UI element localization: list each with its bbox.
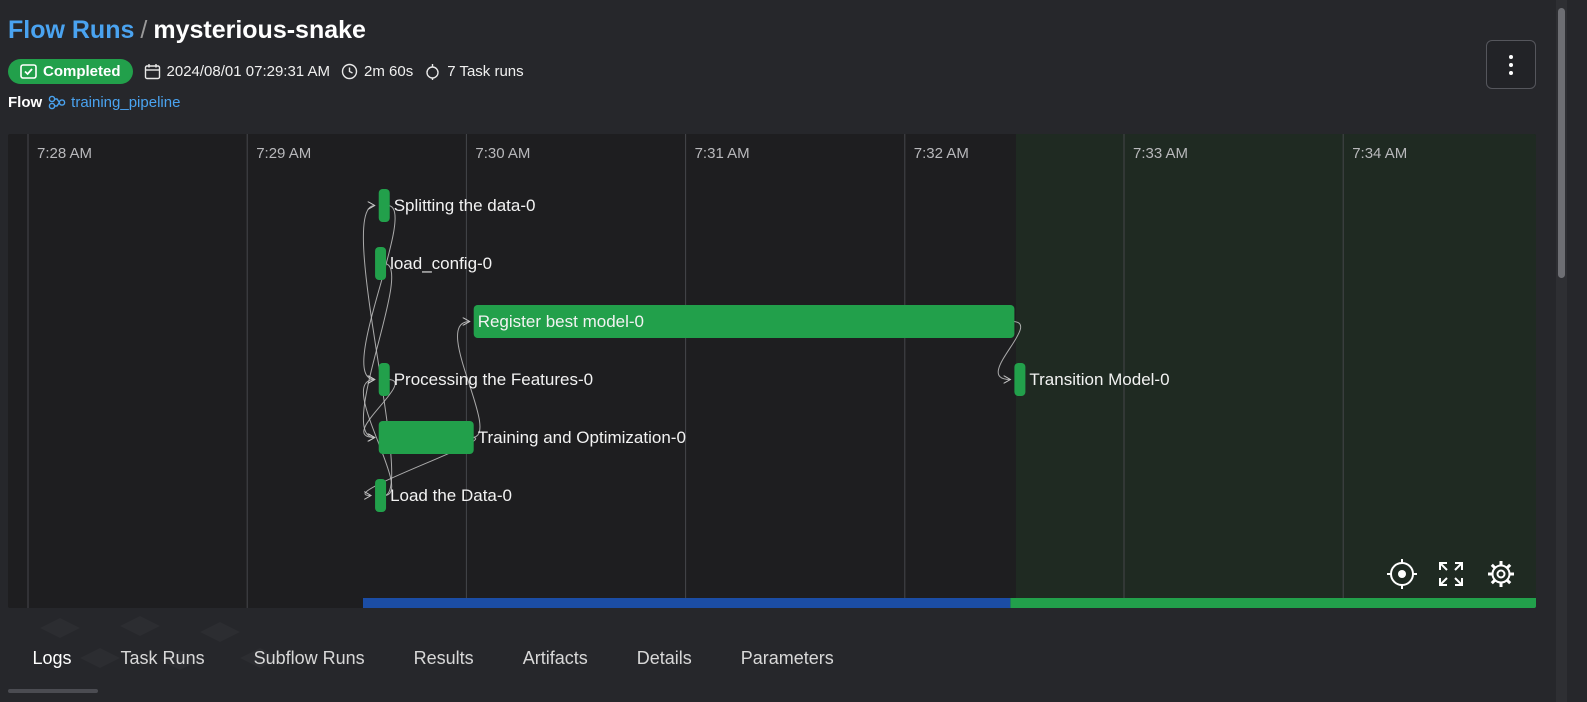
time-tick-label: 7:31 AM — [695, 145, 750, 162]
time-tick-label: 7:30 AM — [475, 145, 530, 162]
flow-link[interactable]: training_pipeline — [48, 94, 180, 111]
task-runs-value: 7 Task runs — [447, 63, 524, 80]
task-run-bar[interactable] — [375, 247, 387, 280]
progress-bar-running — [363, 598, 1011, 608]
flow-run-timeline[interactable]: 7:28 AM 7:29 AM 7:30 AM 7:31 AM 7:32 AM 7:33 … — [8, 134, 1536, 608]
clock-icon — [341, 63, 358, 80]
run-meta-row: Completed 2024/08/01 07:29:31 AM 2m 60s … — [8, 59, 524, 84]
breadcrumb-flow-runs-link[interactable]: Flow Runs — [8, 16, 134, 44]
duration-value: 2m 60s — [364, 63, 414, 80]
expand-icon — [1439, 562, 1463, 586]
start-time-value: 2024/08/01 07:29:31 AM — [166, 63, 330, 80]
start-time: 2024/08/01 07:29:31 AM — [144, 63, 330, 80]
task-run-label[interactable]: load_config-0 — [390, 254, 492, 273]
breadcrumb-separator: / — [140, 16, 148, 44]
task-runs-count: 7 Task runs — [424, 63, 524, 80]
task-run-label[interactable]: Splitting the data-0 — [394, 196, 536, 215]
breadcrumb: Flow Runs / mysterious-snake — [8, 16, 366, 45]
task-run-bar[interactable] — [1014, 363, 1026, 396]
time-tick-label: 7:29 AM — [256, 145, 311, 162]
tab-parameters[interactable]: Parameters — [716, 648, 858, 669]
task-run-bar[interactable] — [375, 479, 387, 512]
tab-artifacts[interactable]: Artifacts — [498, 648, 612, 669]
task-run-icon — [426, 64, 439, 80]
flow-name: training_pipeline — [71, 94, 181, 111]
fullscreen-button[interactable] — [1438, 561, 1464, 587]
task-run-label[interactable]: Transition Model-0 — [1029, 370, 1169, 389]
tab-details[interactable]: Details — [612, 648, 716, 669]
task-run-bar[interactable] — [378, 363, 390, 396]
gear-icon — [1488, 561, 1514, 587]
tab-task-runs[interactable]: Task Runs — [96, 648, 229, 669]
flow-icon — [48, 95, 66, 110]
kebab-menu-icon — [1509, 53, 1513, 77]
time-tick-label: 7:34 AM — [1352, 145, 1407, 162]
task-run-bar[interactable] — [378, 421, 474, 454]
tab-logs[interactable]: Logs — [8, 648, 96, 669]
status-badge: Completed — [8, 59, 133, 84]
time-tick-label: 7:28 AM — [37, 145, 92, 162]
time-tick-label: 7:32 AM — [914, 145, 969, 162]
time-tick-label: 7:33 AM — [1133, 145, 1188, 162]
task-run-bar[interactable] — [378, 189, 390, 222]
crosshair-icon — [1387, 559, 1417, 589]
status-label: Completed — [43, 63, 121, 80]
scrollbar-thumb[interactable] — [1558, 8, 1565, 278]
task-run-label[interactable]: Training and Optimization-0 — [478, 428, 686, 447]
task-run-label[interactable]: Load the Data-0 — [390, 486, 512, 505]
settings-button[interactable] — [1487, 560, 1515, 588]
tab-subflow-runs[interactable]: Subflow Runs — [229, 648, 389, 669]
more-actions-button[interactable] — [1486, 40, 1536, 89]
duration: 2m 60s — [341, 63, 413, 80]
flow-row: Flow training_pipeline — [8, 94, 180, 111]
tab-results[interactable]: Results — [389, 648, 498, 669]
vertical-scrollbar[interactable] — [1556, 0, 1567, 702]
active-tab-indicator — [8, 689, 98, 693]
timeline-graph: 7:28 AM 7:29 AM 7:30 AM 7:31 AM 7:32 AM 7:33 … — [27, 134, 1536, 608]
flow-label: Flow — [8, 94, 43, 111]
page-title: mysterious-snake — [153, 16, 366, 44]
calendar-icon — [144, 64, 160, 80]
progress-bar-completed — [1010, 598, 1536, 608]
check-square-icon — [20, 64, 37, 79]
run-tabs: Logs Task Runs Subflow Runs Results Artifact… — [8, 648, 858, 669]
recenter-button[interactable] — [1387, 559, 1417, 589]
task-run-label[interactable]: Processing the Features-0 — [394, 370, 593, 389]
task-run-label[interactable]: Register best model-0 — [478, 312, 644, 331]
